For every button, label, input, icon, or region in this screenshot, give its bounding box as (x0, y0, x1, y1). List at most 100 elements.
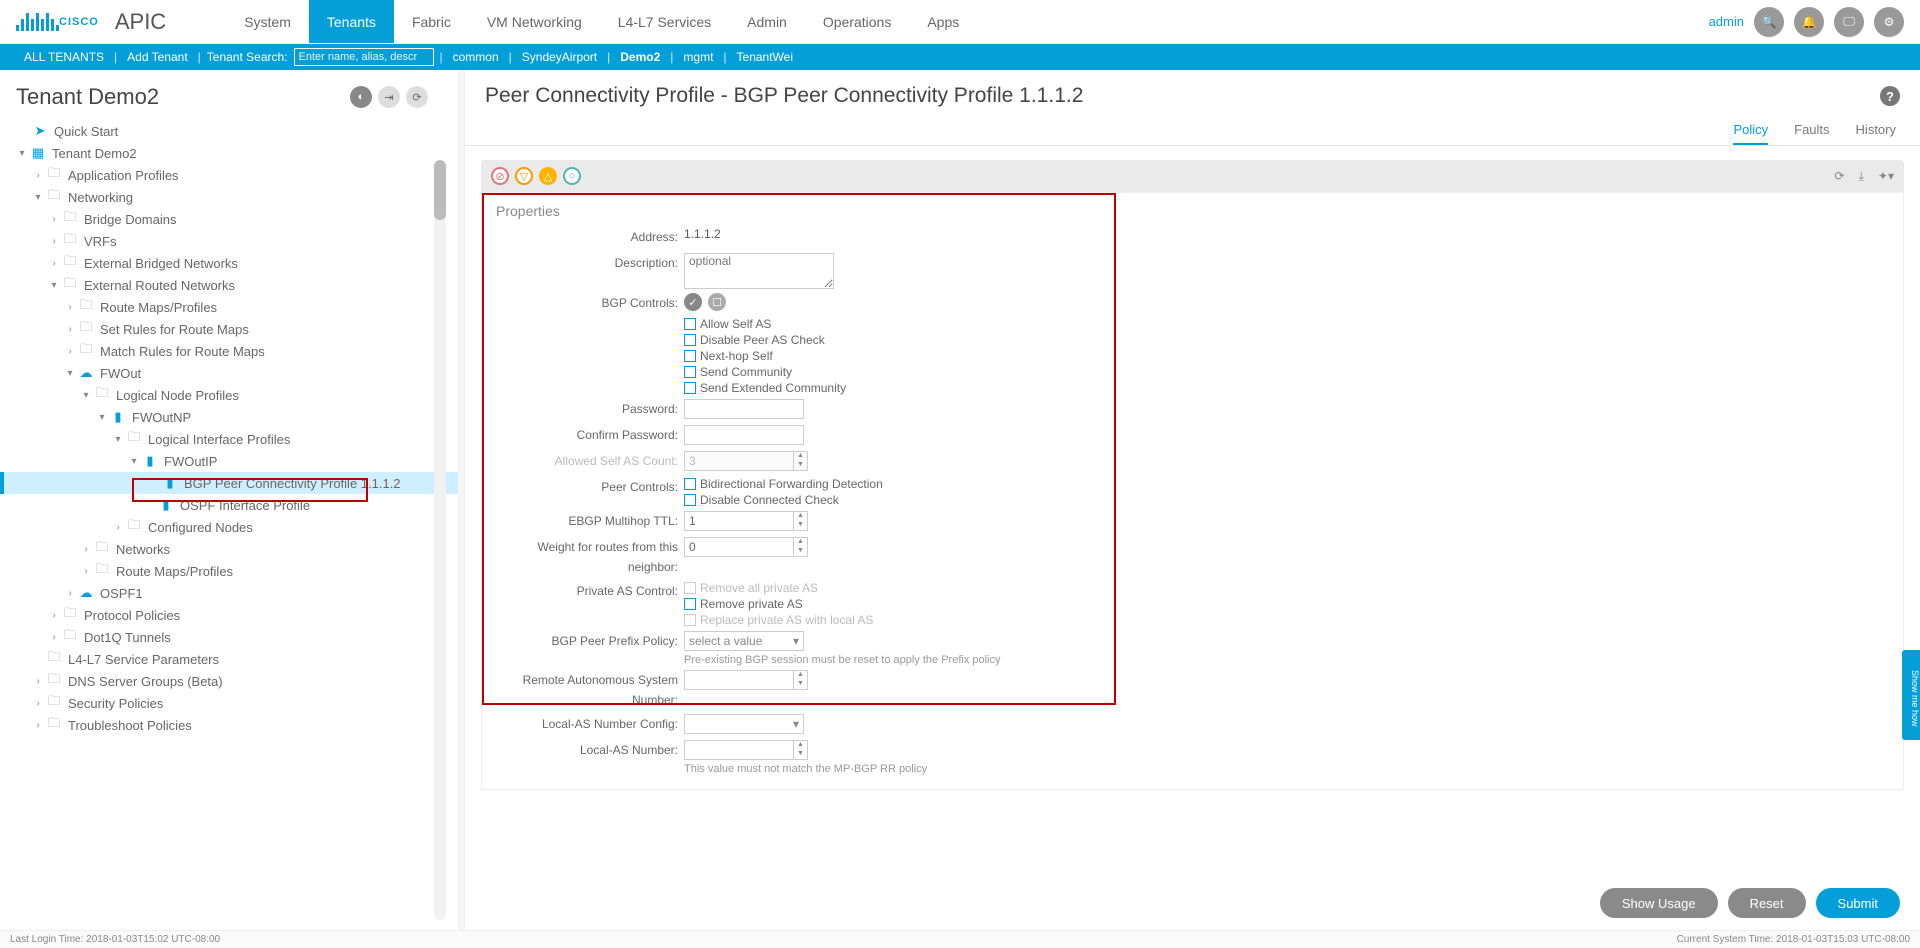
folder-icon: 🗀 (94, 564, 110, 578)
nav-vm-networking[interactable]: VM Networking (469, 0, 600, 43)
fault-major-icon[interactable]: ▽ (515, 167, 533, 185)
l4l7-params-node[interactable]: 🗀L4-L7 Service Parameters (16, 648, 458, 670)
networks-node[interactable]: ›🗀Networks (16, 538, 458, 560)
tab-history[interactable]: History (1856, 116, 1896, 145)
subnav-link-mgmt[interactable]: mgmt (673, 50, 723, 64)
logical-node-profiles[interactable]: ▾🗀Logical Node Profiles (16, 384, 458, 406)
security-policies-node[interactable]: ›🗀Security Policies (16, 692, 458, 714)
subnav-link-syndey[interactable]: SyndeyAirport (512, 50, 607, 64)
subnav-link-tenantwei[interactable]: TenantWei (727, 50, 803, 64)
nav-l4l7-services[interactable]: L4-L7 Services (600, 0, 729, 43)
bgp-disable-peer-as[interactable]: Disable Peer AS Check (684, 333, 846, 347)
fwout-node[interactable]: ▾☁FWOut (16, 362, 458, 384)
password-input[interactable] (684, 399, 804, 419)
ospf1-node[interactable]: ›☁OSPF1 (16, 582, 458, 604)
description-input[interactable] (684, 253, 834, 289)
reset-button[interactable]: Reset (1728, 888, 1806, 918)
bgp-peer-node[interactable]: ▮BGP Peer Connectivity Profile 1.1.1.2 (0, 472, 458, 494)
nav-operations[interactable]: Operations (805, 0, 909, 43)
ext-bridged-node[interactable]: ›🗀External Bridged Networks (16, 252, 458, 274)
app-profiles-node[interactable]: ›🗀Application Profiles (16, 164, 458, 186)
nav-tenants[interactable]: Tenants (309, 0, 394, 43)
tenant-root-node[interactable]: ▾▦Tenant Demo2 (16, 142, 458, 164)
bridge-domains-node[interactable]: ›🗀Bridge Domains (16, 208, 458, 230)
peer-disable-connected[interactable]: Disable Connected Check (684, 493, 883, 507)
tab-faults[interactable]: Faults (1794, 116, 1829, 145)
all-tenants-link[interactable]: ALL TENANTS (14, 50, 114, 64)
round-icon-3[interactable]: ⟳ (406, 86, 428, 108)
remote-as-label: Remote Autonomous System Number: (492, 670, 684, 710)
dns-server-node[interactable]: ›🗀DNS Server Groups (Beta) (16, 670, 458, 692)
address-value: 1.1.1.2 (684, 227, 721, 241)
round-icon-1[interactable]: ◐ (350, 86, 372, 108)
vrfs-node[interactable]: ›🗀VRFs (16, 230, 458, 252)
bell-icon[interactable]: 🔔 (1794, 7, 1824, 37)
user-link[interactable]: admin (1709, 14, 1744, 29)
ebgp-ttl-input[interactable] (684, 511, 808, 531)
scrollbar-thumb[interactable] (434, 160, 446, 220)
troubleshoot-node[interactable]: ›🗀Troubleshoot Policies (16, 714, 458, 736)
nav-fabric[interactable]: Fabric (394, 0, 469, 43)
nav-apps[interactable]: Apps (909, 0, 977, 43)
folder-icon: 🗀 (78, 322, 94, 336)
peer-bfd[interactable]: Bidirectional Forwarding Detection (684, 477, 883, 491)
fault-warning-icon[interactable]: ○ (563, 167, 581, 185)
route-maps2-node[interactable]: ›🗀Route Maps/Profiles (16, 560, 458, 582)
private-as-label: Private AS Control: (492, 581, 684, 601)
fwoutip-node[interactable]: ▾▮FWOutIP (16, 450, 458, 472)
protocol-policies-node[interactable]: ›🗀Protocol Policies (16, 604, 458, 626)
private-remove[interactable]: Remove private AS (684, 597, 873, 611)
ext-routed-node[interactable]: ▾🗀External Routed Networks (16, 274, 458, 296)
help-icon[interactable]: ? (1880, 86, 1900, 106)
subnav-link-common[interactable]: common (443, 50, 509, 64)
refresh-icon[interactable]: ⟳ (1835, 169, 1845, 184)
search-icon[interactable]: 🔍 (1754, 7, 1784, 37)
chk-label: Disable Connected Check (700, 493, 839, 507)
subnav-link-demo2[interactable]: Demo2 (610, 50, 670, 64)
fwoutnp-node[interactable]: ▾▮FWOutNP (16, 406, 458, 428)
confirm-password-input[interactable] (684, 425, 804, 445)
match-rules-node[interactable]: ›🗀Match Rules for Route Maps (16, 340, 458, 362)
add-tenant-link[interactable]: Add Tenant (117, 50, 198, 64)
remote-as-input[interactable] (684, 670, 808, 690)
node-label: Logical Node Profiles (116, 388, 239, 403)
tenant-search-input[interactable] (294, 48, 434, 66)
chk-label: Send Community (700, 365, 792, 379)
gear-icon[interactable]: ⚙ (1874, 7, 1904, 37)
nav-system[interactable]: System (226, 0, 309, 43)
quick-start-node[interactable]: ➤Quick Start (16, 120, 458, 142)
bgp-send-community[interactable]: Send Community (684, 365, 846, 379)
properties-header: Properties (496, 203, 1893, 219)
ospf-if-profile-node[interactable]: ▮OSPF Interface Profile (16, 494, 458, 516)
monitor-icon[interactable]: 🖵 (1834, 7, 1864, 37)
show-me-how-tab[interactable]: Show me how (1902, 650, 1920, 740)
nav-admin[interactable]: Admin (729, 0, 805, 43)
tree-scrollbar[interactable] (434, 160, 446, 920)
tools-icon[interactable]: ✦▾ (1878, 169, 1894, 184)
fault-critical-icon[interactable]: ⊘ (491, 167, 509, 185)
bgp-nexthop-self[interactable]: Next-hop Self (684, 349, 846, 363)
tenant-root-label: Tenant Demo2 (52, 146, 137, 161)
chk-label: Bidirectional Forwarding Detection (700, 477, 883, 491)
fault-minor-icon[interactable]: △ (539, 167, 557, 185)
localas-number-input[interactable] (684, 740, 808, 760)
download-icon[interactable]: ⤓ (1859, 169, 1864, 184)
submit-button[interactable]: Submit (1816, 888, 1900, 918)
route-maps-node[interactable]: ›🗀Route Maps/Profiles (16, 296, 458, 318)
weight-input[interactable] (684, 537, 808, 557)
localas-config-dropdown[interactable]: ▾ (684, 714, 804, 734)
dot1q-node[interactable]: ›🗀Dot1Q Tunnels (16, 626, 458, 648)
prefix-policy-dropdown[interactable]: select a value▾ (684, 631, 804, 651)
bgp-allow-self-as[interactable]: Allow Self AS (684, 317, 846, 331)
set-rules-node[interactable]: ›🗀Set Rules for Route Maps (16, 318, 458, 340)
networking-node[interactable]: ▾🗀Networking (16, 186, 458, 208)
select-all-icon[interactable]: ✓ (684, 293, 702, 311)
round-icon-2[interactable]: ⇥ (378, 86, 400, 108)
show-usage-button[interactable]: Show Usage (1600, 888, 1718, 918)
configured-nodes[interactable]: ›🗀Configured Nodes (16, 516, 458, 538)
logical-if-profiles-node[interactable]: ▾🗀Logical Interface Profiles (16, 428, 458, 450)
bgp-send-ext-community[interactable]: Send Extended Community (684, 381, 846, 395)
chevron-down-icon: ▾ (793, 634, 799, 648)
tab-policy[interactable]: Policy (1733, 116, 1768, 145)
deselect-all-icon[interactable]: ☐ (708, 293, 726, 311)
